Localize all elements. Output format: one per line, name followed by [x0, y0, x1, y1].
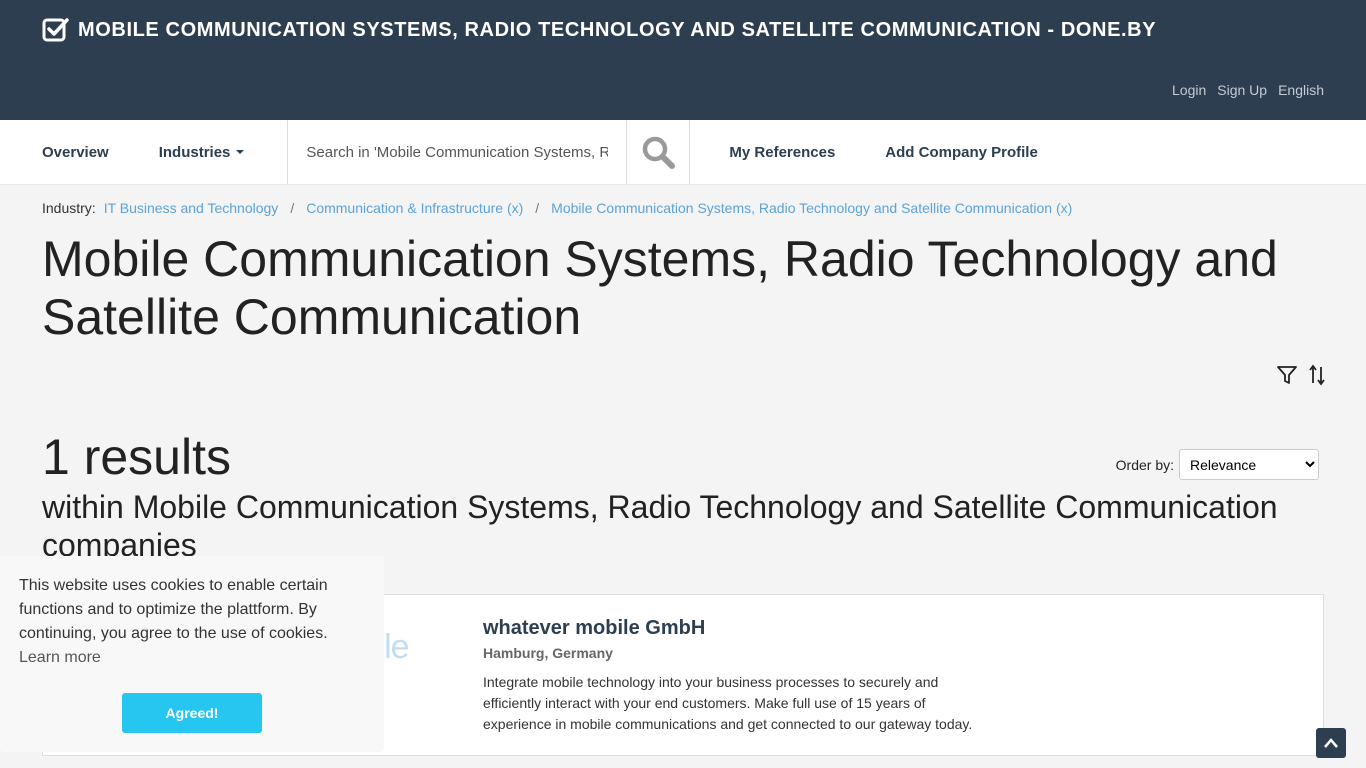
nav-industries-dropdown[interactable]: Industries: [134, 120, 270, 184]
signup-link[interactable]: Sign Up: [1217, 82, 1267, 98]
top-header: MOBILE COMMUNICATION SYSTEMS, RADIO TECH…: [0, 0, 1366, 120]
search-button[interactable]: [627, 120, 691, 184]
main-navbar: Overview Industries My References Add Co…: [0, 120, 1366, 185]
account-links: Login Sign Up English: [1172, 82, 1324, 98]
login-link[interactable]: Login: [1172, 82, 1206, 98]
breadcrumb-item-communication[interactable]: Communication & Infrastructure (x): [306, 200, 523, 216]
search-input[interactable]: [306, 143, 609, 161]
language-link[interactable]: English: [1278, 82, 1324, 98]
caret-down-icon: [236, 150, 245, 154]
cookie-agree-button[interactable]: Agreed!: [122, 693, 262, 733]
order-by: Order by: Relevance: [1116, 449, 1319, 480]
page-title: Mobile Communication Systems, Radio Tech…: [42, 231, 1278, 345]
results-count: 1 results: [42, 429, 231, 485]
scroll-to-top-button[interactable]: [1316, 728, 1346, 758]
sort-icon[interactable]: [1308, 364, 1326, 386]
order-by-select[interactable]: Relevance: [1179, 449, 1319, 480]
breadcrumb-item-it-business[interactable]: IT Business and Technology: [104, 200, 279, 216]
results-subtitle: within Mobile Communication Systems, Rad…: [42, 489, 1278, 563]
nav-my-references[interactable]: My References: [704, 120, 860, 184]
order-by-label: Order by:: [1115, 456, 1174, 473]
search-icon: [643, 136, 676, 169]
search-box: [287, 120, 628, 184]
cookie-banner: This website uses cookies to enable cert…: [0, 556, 384, 752]
filter-icon[interactable]: [1276, 364, 1298, 386]
site-title-text: MOBILE COMMUNICATION SYSTEMS, RADIO TECH…: [78, 18, 1157, 41]
breadcrumb-separator: /: [290, 200, 295, 216]
company-description: Integrate mobile technology into your bu…: [483, 674, 973, 732]
breadcrumb: Industry: IT Business and Technology / C…: [42, 200, 1072, 216]
chevron-up-icon: [1324, 738, 1338, 748]
site-title[interactable]: MOBILE COMMUNICATION SYSTEMS, RADIO TECH…: [42, 16, 1156, 44]
cookie-message: This website uses cookies to enable cert…: [19, 577, 328, 642]
list-tools: [1276, 364, 1326, 386]
checkbox-check-icon: [42, 18, 69, 42]
breadcrumb-separator: /: [535, 200, 540, 216]
breadcrumb-label: Industry:: [42, 200, 96, 216]
nav-overview[interactable]: Overview: [0, 120, 134, 184]
company-location: Hamburg, Germany: [483, 645, 613, 661]
nav-industries-label: Industries: [158, 143, 231, 161]
company-name[interactable]: whatever mobile GmbH: [483, 617, 705, 640]
nav-add-company-profile[interactable]: Add Company Profile: [860, 120, 1063, 184]
breadcrumb-item-mobile-communication[interactable]: Mobile Communication Systems, Radio Tech…: [551, 200, 1072, 216]
cookie-learn-more-link[interactable]: Learn more: [19, 649, 365, 667]
